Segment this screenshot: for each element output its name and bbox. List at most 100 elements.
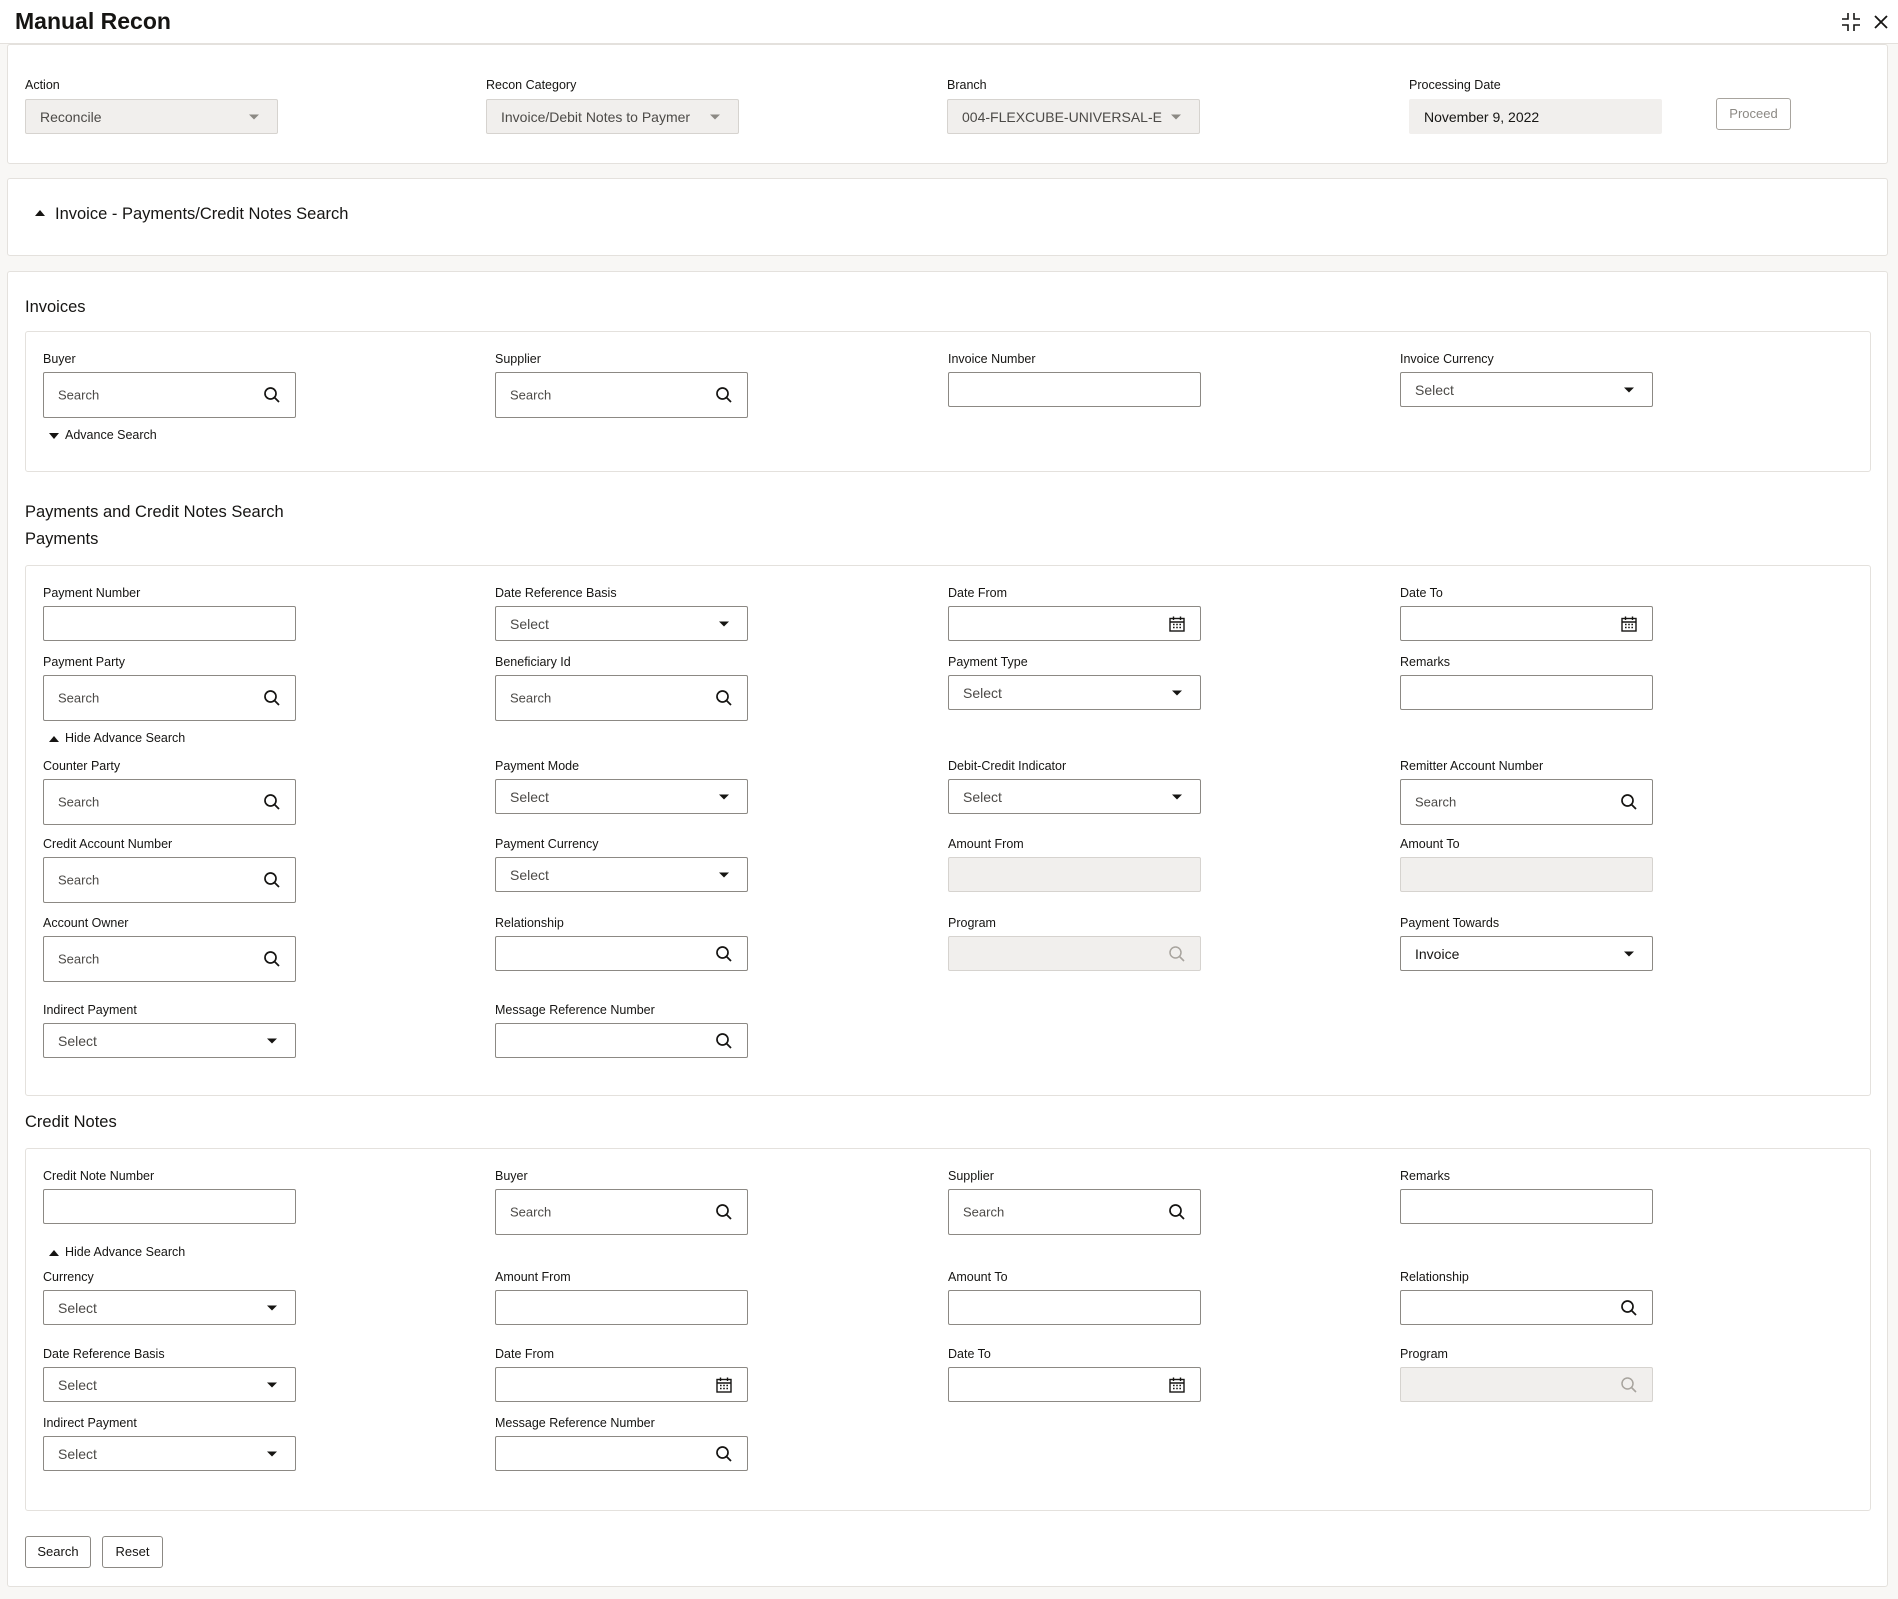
branch-label: Branch — [947, 78, 987, 92]
cn-indirect-payment-select[interactable]: Select — [43, 1436, 296, 1471]
cn-amount-from-input[interactable] — [495, 1290, 748, 1325]
indirect-payment-select[interactable]: Select — [43, 1023, 296, 1058]
relationship-search-input[interactable] — [495, 936, 748, 971]
chevron-down-icon — [719, 872, 729, 877]
invoice-number-input[interactable] — [948, 372, 1201, 407]
search-icon[interactable] — [715, 386, 733, 404]
credit-note-number-input[interactable] — [43, 1189, 296, 1224]
search-icon[interactable] — [715, 1032, 733, 1050]
close-icon[interactable] — [1870, 11, 1892, 33]
chevron-down-icon — [1172, 690, 1182, 695]
date-to-input[interactable] — [1400, 606, 1653, 641]
payment-type-select[interactable]: Select — [948, 675, 1201, 710]
processing-date-field: November 9, 2022 — [1409, 99, 1662, 134]
search-icon[interactable] — [263, 793, 281, 811]
calendar-icon[interactable] — [1620, 615, 1638, 633]
calendar-icon[interactable] — [1168, 1376, 1186, 1394]
cn-amount-from-label: Amount From — [495, 1270, 571, 1284]
cn-program-search-input — [1400, 1367, 1653, 1402]
calendar-icon[interactable] — [715, 1376, 733, 1394]
cn-date-to-input[interactable] — [948, 1367, 1201, 1402]
date-from-input[interactable] — [948, 606, 1201, 641]
search-icon[interactable] — [1620, 1299, 1638, 1317]
search-icon[interactable] — [715, 945, 733, 963]
invoices-section: Buyer Search Supplier Search Invoice Num… — [25, 331, 1871, 472]
payment-number-input[interactable] — [43, 606, 296, 641]
branch-select[interactable]: 004-FLEXCUBE-UNIVERSAL-E — [947, 99, 1200, 134]
counter-party-placeholder: Search — [58, 794, 100, 810]
cn-relationship-search-input[interactable] — [1400, 1290, 1653, 1325]
cn-hide-advance-search-label: Hide Advance Search — [65, 1245, 186, 1259]
message-reference-number-search-input[interactable] — [495, 1023, 748, 1058]
supplier-search-input[interactable]: Search — [495, 372, 748, 418]
search-icon[interactable] — [1168, 1203, 1186, 1221]
search-icon[interactable] — [715, 689, 733, 707]
payment-type-value: Select — [963, 684, 1002, 701]
counter-party-search-input[interactable]: Search — [43, 779, 296, 825]
reset-button[interactable]: Reset — [102, 1536, 163, 1568]
advance-search-toggle[interactable]: Advance Search — [49, 428, 157, 442]
amount-from-input — [948, 857, 1201, 892]
calendar-icon[interactable] — [1168, 615, 1186, 633]
date-from-label: Date From — [948, 586, 1008, 600]
payment-towards-select[interactable]: Invoice — [1400, 936, 1653, 971]
payment-type-label: Payment Type — [948, 655, 1028, 669]
search-icon[interactable] — [263, 950, 281, 968]
remarks-label: Remarks — [1400, 655, 1451, 669]
search-button[interactable]: Search — [25, 1536, 91, 1568]
debit-credit-indicator-select[interactable]: Select — [948, 779, 1201, 814]
payment-currency-select[interactable]: Select — [495, 857, 748, 892]
credit-notes-section: Credit Note Number Buyer Search Supplier… — [25, 1148, 1871, 1511]
beneficiary-id-search-input[interactable]: Search — [495, 675, 748, 721]
amount-from-label: Amount From — [948, 837, 1024, 851]
cn-relationship-label: Relationship — [1400, 1270, 1469, 1284]
collapse-toggle-icon[interactable] — [35, 210, 45, 216]
hide-advance-search-toggle[interactable]: Hide Advance Search — [49, 731, 185, 745]
recon-category-select[interactable]: Invoice/Debit Notes to Paymer — [486, 99, 739, 134]
search-icon[interactable] — [263, 386, 281, 404]
cn-date-from-label: Date From — [495, 1347, 555, 1361]
remitter-account-number-search-input[interactable]: Search — [1400, 779, 1653, 825]
date-reference-basis-select[interactable]: Select — [495, 606, 748, 641]
cn-buyer-label: Buyer — [495, 1169, 528, 1183]
amount-to-label: Amount To — [1400, 837, 1460, 851]
program-label: Program — [948, 916, 996, 930]
search-icon[interactable] — [263, 871, 281, 889]
proceed-button[interactable]: Proceed — [1716, 98, 1791, 130]
search-icon[interactable] — [1620, 793, 1638, 811]
search-icon[interactable] — [263, 689, 281, 707]
cn-buyer-search-input[interactable]: Search — [495, 1189, 748, 1235]
cn-date-from-input[interactable] — [495, 1367, 748, 1402]
account-owner-search-input[interactable]: Search — [43, 936, 296, 982]
cn-currency-select[interactable]: Select — [43, 1290, 296, 1325]
payment-mode-select[interactable]: Select — [495, 779, 748, 814]
cn-amount-to-input[interactable] — [948, 1290, 1201, 1325]
action-label: Action — [25, 78, 60, 92]
cn-message-reference-number-search-input[interactable] — [495, 1436, 748, 1471]
credit-account-number-search-input[interactable]: Search — [43, 857, 296, 903]
buyer-search-input[interactable]: Search — [43, 372, 296, 418]
cn-supplier-search-input[interactable]: Search — [948, 1189, 1201, 1235]
cn-date-to-label: Date To — [948, 1347, 991, 1361]
remarks-input[interactable] — [1400, 675, 1653, 710]
processing-date-value: November 9, 2022 — [1424, 108, 1540, 125]
supplier-placeholder: Search — [510, 387, 552, 403]
buyer-placeholder: Search — [58, 387, 100, 403]
search-icon[interactable] — [715, 1203, 733, 1221]
payment-towards-value: Invoice — [1415, 945, 1460, 962]
invoice-number-label: Invoice Number — [948, 352, 1036, 366]
account-owner-placeholder: Search — [58, 951, 100, 967]
chevron-down-icon — [719, 794, 729, 799]
payments-title: Payments — [25, 530, 99, 548]
cn-date-reference-basis-select[interactable]: Select — [43, 1367, 296, 1402]
search-icon — [1621, 1376, 1637, 1393]
chevron-down-icon — [267, 1305, 277, 1310]
search-icon[interactable] — [715, 1445, 733, 1463]
minimize-icon[interactable] — [1840, 11, 1862, 33]
cn-remarks-input[interactable] — [1400, 1189, 1653, 1224]
action-select[interactable]: Reconcile — [25, 99, 278, 134]
cn-hide-advance-search-toggle[interactable]: Hide Advance Search — [49, 1245, 185, 1259]
payment-party-search-input[interactable]: Search — [43, 675, 296, 721]
collapse-title[interactable]: Invoice - Payments/Credit Notes Search — [55, 205, 348, 224]
invoice-currency-select[interactable]: Select — [1400, 372, 1653, 407]
